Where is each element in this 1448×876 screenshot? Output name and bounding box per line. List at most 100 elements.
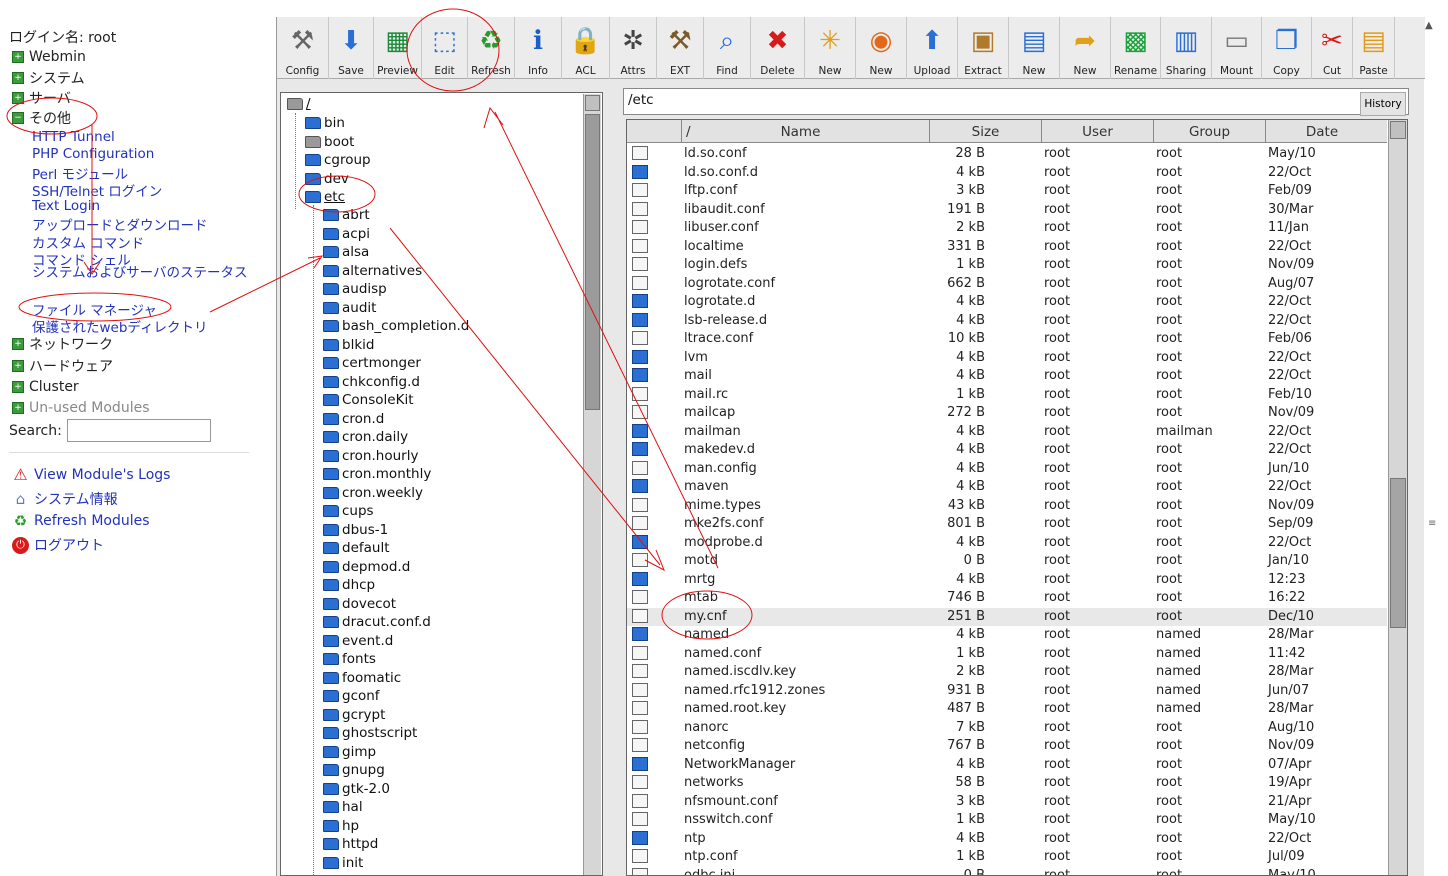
file-name[interactable]: makedev.d (684, 442, 755, 457)
toolbar-new-button[interactable]: ➦ New (1060, 17, 1111, 79)
file-icon[interactable] (632, 275, 648, 290)
file-row[interactable]: lftp.conf 3 kB root root Feb/09 (627, 182, 1387, 201)
file-row[interactable]: modprobe.d 4 kB root root 22/Oct (627, 534, 1387, 553)
folder-icon[interactable] (632, 349, 648, 364)
tree-node[interactable]: init (323, 854, 363, 872)
menu-link-command-shell[interactable]: コマンド シェル (32, 249, 131, 269)
file-row[interactable]: mime.types 43 kB root root Nov/09 (627, 497, 1387, 516)
folder-icon[interactable] (632, 479, 648, 493)
toolbar-mount-button[interactable]: ▭ Mount (1212, 17, 1262, 79)
header-date[interactable]: Date (1266, 120, 1378, 143)
file-name[interactable]: libaudit.conf (684, 202, 765, 217)
file-name[interactable]: lvm (684, 350, 708, 365)
tree-node[interactable]: hp (323, 817, 359, 835)
file-row[interactable]: networks 58 B root root 19/Apr (627, 774, 1387, 793)
file-icon[interactable] (632, 793, 648, 808)
file-row[interactable]: ntp 4 kB root root 22/Oct (627, 830, 1387, 849)
toolbar-preview-button[interactable]: ▦ Preview (374, 17, 422, 79)
file-name[interactable]: modprobe.d (684, 535, 763, 550)
file-name[interactable]: logrotate.d (684, 294, 755, 309)
toolbar-delete-button[interactable]: ✖ Delete (751, 17, 805, 79)
file-row[interactable]: motd 0 B root root Jan/10 (627, 552, 1387, 571)
toolbar-refresh-button[interactable]: ♻ Refresh (468, 17, 515, 79)
folder-icon[interactable] (632, 534, 648, 549)
file-name[interactable]: named.conf (684, 646, 761, 661)
toolbar-attrs-button[interactable]: ✲ Attrs (610, 17, 657, 79)
file-row[interactable]: logrotate.conf 662 B root root Aug/07 (627, 275, 1387, 294)
file-row[interactable]: ld.so.conf.d 4 kB root root 22/Oct (627, 164, 1387, 183)
file-name[interactable]: ld.so.conf (684, 146, 747, 161)
file-name[interactable]: libuser.conf (684, 220, 759, 235)
file-icon[interactable] (632, 183, 648, 197)
file-name[interactable]: ntp (684, 831, 706, 846)
file-name[interactable]: ntp.conf (684, 849, 738, 864)
folder-icon[interactable] (632, 756, 648, 771)
tree-node-bin[interactable]: bin (305, 114, 345, 132)
history-button[interactable]: History (1360, 92, 1406, 116)
tree-node[interactable]: abrt (323, 206, 370, 224)
toolbar-extract-button[interactable]: ▣ Extract (958, 17, 1009, 79)
file-row[interactable]: nsswitch.conf 1 kB root root May/10 (627, 811, 1387, 830)
file-row[interactable]: mail 4 kB root root 22/Oct (627, 367, 1387, 386)
list-scrollbar[interactable] (1388, 120, 1407, 875)
category-cluster[interactable]: + Cluster (12, 377, 79, 397)
file-row[interactable]: NetworkManager 4 kB root root 07/Apr (627, 756, 1387, 775)
folder-icon[interactable] (632, 442, 648, 456)
tree-node[interactable]: gconf (323, 687, 380, 705)
file-row[interactable]: lsb-release.d 4 kB root root 22/Oct (627, 312, 1387, 331)
tree-node[interactable]: depmod.d (323, 558, 410, 576)
toolbar-acl-button[interactable]: 🔒 ACL (562, 17, 610, 79)
menu-link-ssh-telnet[interactable]: SSH/Telnet ログイン (32, 180, 162, 200)
refresh-modules-link[interactable]: ♻ Refresh Modules (12, 512, 150, 530)
scroll-thumb[interactable] (1390, 478, 1406, 628)
file-name[interactable]: login.defs (684, 257, 747, 272)
tree-node[interactable]: alternatives (323, 262, 422, 280)
menu-link-system-status[interactable]: システムおよびサーバのステータス (32, 266, 250, 298)
toolbar-new-button[interactable]: ◉ New (856, 17, 907, 79)
file-icon[interactable] (632, 849, 648, 863)
file-name[interactable]: named.iscdlv.key (684, 664, 796, 679)
file-row[interactable]: login.defs 1 kB root root Nov/09 (627, 256, 1387, 275)
file-row[interactable]: mke2fs.conf 801 B root root Sep/09 (627, 515, 1387, 534)
file-name[interactable]: mail (684, 368, 712, 383)
file-row[interactable]: ltrace.conf 10 kB root root Feb/06 (627, 330, 1387, 349)
file-name[interactable]: logrotate.conf (684, 276, 775, 291)
file-row[interactable]: mailman 4 kB root mailman 22/Oct (627, 423, 1387, 442)
tree-root[interactable]: / (287, 95, 311, 113)
tree-node[interactable]: event.d (323, 632, 393, 650)
tree-node[interactable]: alsa (323, 243, 369, 261)
file-name[interactable]: mke2fs.conf (684, 516, 763, 531)
file-icon[interactable] (632, 386, 648, 401)
tree-node[interactable]: dhcp (323, 576, 375, 594)
file-row[interactable]: netconfig 767 B root root Nov/09 (627, 737, 1387, 756)
tree-node-etc[interactable]: etc (305, 188, 345, 206)
category-servers[interactable]: + サーバ (12, 88, 71, 108)
file-row[interactable]: nanorc 7 kB root root Aug/10 (627, 719, 1387, 738)
file-row[interactable]: odbc.ini 0 B root root May/10 (627, 867, 1387, 875)
file-name[interactable]: ltrace.conf (684, 331, 753, 346)
toolbar-cut-button[interactable]: ✂ Cut (1312, 17, 1353, 79)
tree-node[interactable]: dbus-1 (323, 521, 388, 539)
file-icon[interactable] (632, 719, 648, 734)
file-row[interactable]: named.iscdlv.key 2 kB root named 28/Mar (627, 663, 1387, 682)
file-name[interactable]: netconfig (684, 738, 745, 753)
file-row[interactable]: mailcap 272 B root root Nov/09 (627, 404, 1387, 423)
category-system[interactable]: + システム (12, 68, 85, 88)
header-user[interactable]: User (1042, 120, 1154, 143)
tree-node[interactable]: audit (323, 299, 376, 317)
file-name[interactable]: man.config (684, 461, 757, 476)
tree-node[interactable]: gtk-2.0 (323, 780, 390, 798)
header-size[interactable]: Size (930, 120, 1042, 143)
menu-link-custom-commands[interactable]: カスタム コマンド (32, 232, 144, 252)
tree-node[interactable]: cron.weekly (323, 484, 423, 502)
file-name[interactable]: mime.types (684, 498, 761, 513)
folder-icon[interactable] (632, 571, 648, 586)
tree-node[interactable]: cron.daily (323, 428, 408, 446)
scroll-up-icon[interactable]: ▲ (1425, 20, 1439, 31)
tree-node[interactable]: foomatic (323, 669, 401, 687)
file-name[interactable]: mailcap (684, 405, 735, 420)
tree-node[interactable]: cron.monthly (323, 465, 431, 483)
tree-node[interactable]: blkid (323, 336, 374, 354)
file-row[interactable]: mail.rc 1 kB root root Feb/10 (627, 386, 1387, 405)
tree-node[interactable]: acpi (323, 225, 370, 243)
